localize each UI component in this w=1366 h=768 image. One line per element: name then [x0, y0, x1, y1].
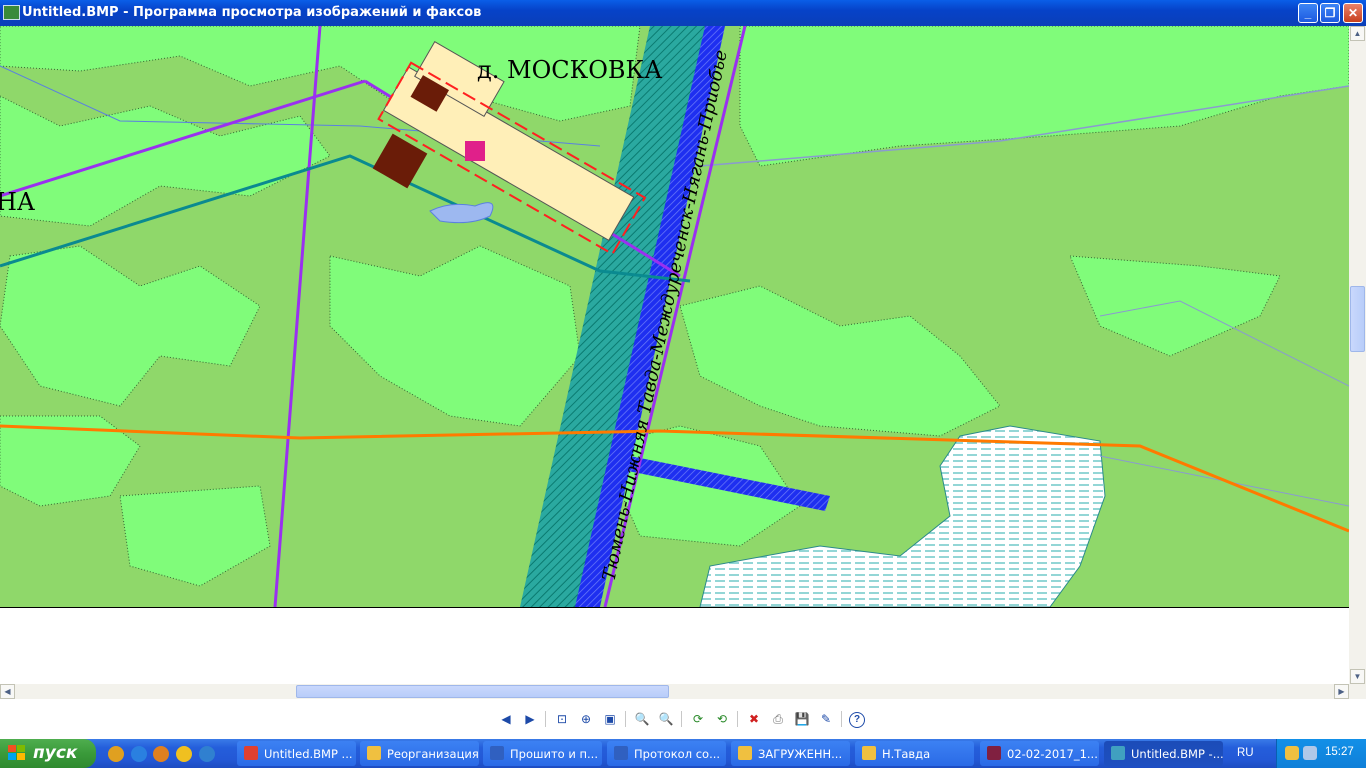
rotate-clockwise-icon[interactable]: ⟳ — [689, 710, 707, 728]
help-icon[interactable]: ? — [849, 712, 865, 728]
chrome-icon[interactable] — [108, 746, 124, 762]
toolbar-separator — [737, 711, 738, 727]
previous-image-icon[interactable]: ◀ — [497, 710, 515, 728]
taskbar-item[interactable]: 02-02-2017_1... — [980, 741, 1099, 766]
app-icon — [3, 5, 20, 20]
scroll-down-arrow[interactable]: ▼ — [1350, 669, 1365, 684]
close-button[interactable]: ✕ — [1343, 3, 1363, 23]
restore-button[interactable]: ❐ — [1320, 3, 1340, 23]
taskbar-item[interactable]: ЗАГРУЖЕНН... — [731, 741, 850, 766]
scroll-left-arrow[interactable]: ◀ — [0, 684, 15, 699]
quicklaunch-app-icon[interactable] — [176, 746, 192, 762]
print-icon[interactable]: ⎙ — [769, 710, 787, 728]
title-bar: Untitled.BMP - Программа просмотра изобр… — [0, 0, 1366, 26]
horizontal-scrollbar[interactable]: ◀ ▶ — [0, 684, 1349, 699]
best-fit-icon[interactable]: ⊡ — [553, 710, 571, 728]
taskbar-item[interactable]: Н.Тавда — [855, 741, 974, 766]
system-tray: 15:27 — [1276, 739, 1366, 768]
zoom-out-icon[interactable]: 🔍 — [657, 710, 675, 728]
zoom-in-icon[interactable]: 🔍 — [633, 710, 651, 728]
tray-user-icon[interactable] — [1285, 746, 1299, 760]
taskbar: пуск Untitled.BMP ... Реорганизация Прош… — [0, 739, 1366, 768]
start-label: пуск — [33, 743, 78, 763]
taskbar-item[interactable]: Протокол со... — [607, 741, 726, 766]
toolbar-separator — [841, 711, 842, 727]
horizontal-scroll-thumb[interactable] — [296, 685, 669, 698]
network-icon[interactable] — [1303, 746, 1317, 760]
rotate-counterclockwise-icon[interactable]: ⟲ — [713, 710, 731, 728]
scrollbar-corner — [1349, 684, 1366, 699]
actual-size-icon[interactable]: ⊕ — [577, 710, 595, 728]
language-indicator[interactable]: RU — [1237, 747, 1254, 759]
toolbar-separator — [545, 711, 546, 727]
taskbar-item-active[interactable]: Untitled.BMP -... — [1104, 741, 1223, 766]
viewer-toolbar: ◀ ▶ ⊡ ⊕ ▣ 🔍 🔍 ⟳ ⟲ ✖ ⎙ 💾 ✎ ? — [0, 699, 1366, 739]
vertical-scroll-thumb[interactable] — [1350, 286, 1365, 352]
vertical-scrollbar[interactable]: ▲ ▼ — [1349, 26, 1366, 684]
edit-icon[interactable]: ✎ — [817, 710, 835, 728]
slideshow-icon[interactable]: ▣ — [601, 710, 619, 728]
folder-icon — [367, 746, 381, 760]
taskbar-item[interactable]: Untitled.BMP ... — [237, 741, 356, 766]
taskbar-item[interactable]: Прошито и п... — [483, 741, 602, 766]
edge-label: НА — [0, 188, 36, 216]
image-canvas-blank — [0, 607, 1349, 684]
word-document-icon — [614, 746, 628, 760]
save-icon[interactable]: 💾 — [793, 710, 811, 728]
toolbar-separator — [625, 711, 626, 727]
folder-icon — [738, 746, 752, 760]
archive-icon — [987, 746, 1001, 760]
scroll-up-arrow[interactable]: ▲ — [1350, 26, 1365, 41]
minimize-button[interactable]: _ — [1298, 3, 1318, 23]
start-button[interactable]: пуск — [0, 739, 96, 768]
window-title: Untitled.BMP - Программа просмотра изобр… — [22, 5, 482, 20]
clock[interactable]: 15:27 — [1325, 746, 1354, 758]
chrome-icon — [244, 746, 258, 760]
delete-icon[interactable]: ✖ — [745, 710, 763, 728]
folder-icon — [862, 746, 876, 760]
internet-explorer-icon[interactable] — [131, 746, 147, 762]
word-document-icon — [490, 746, 504, 760]
toolbar-separator — [681, 711, 682, 727]
image-viewport[interactable]: д. МОСКОВКА НА Тюмень-Нижняя Тавда-Между… — [0, 26, 1349, 684]
windows-logo-icon — [8, 745, 25, 760]
scroll-right-arrow[interactable]: ▶ — [1334, 684, 1349, 699]
settlement-label: д. МОСКОВКА — [477, 56, 663, 84]
media-player-icon[interactable] — [153, 746, 169, 762]
taskbar-item[interactable]: Реорганизация — [360, 741, 479, 766]
image-viewer-icon — [1111, 746, 1125, 760]
show-desktop-icon[interactable] — [199, 746, 215, 762]
next-image-icon[interactable]: ▶ — [521, 710, 539, 728]
map-image: д. МОСКОВКА НА Тюмень-Нижняя Тавда-Между… — [0, 26, 1349, 607]
